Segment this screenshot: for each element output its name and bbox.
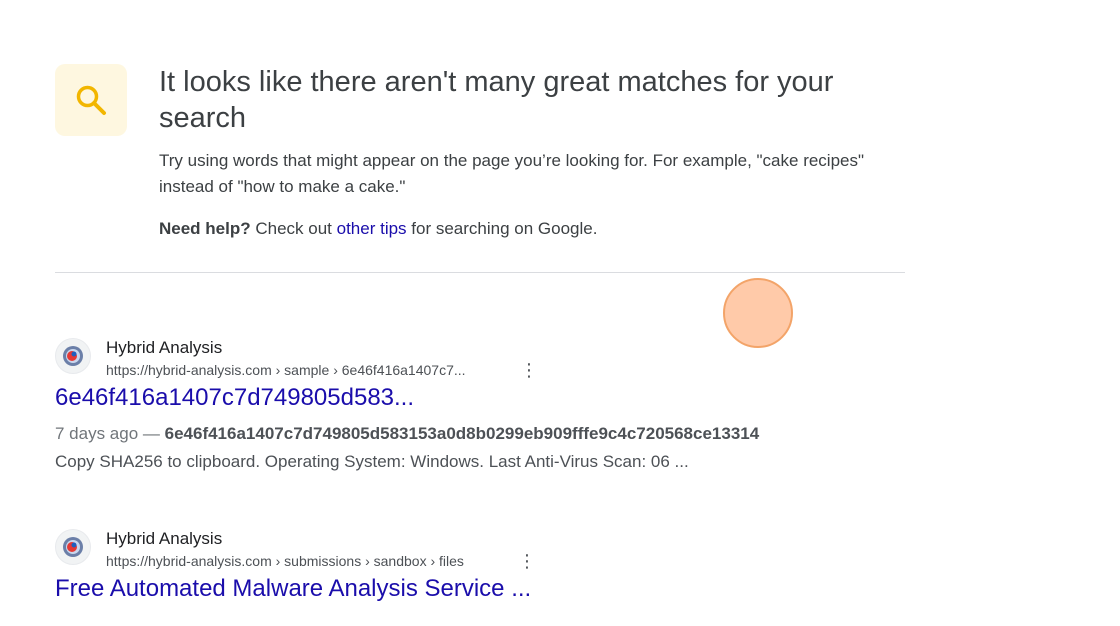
notice-title: It looks like there aren't many great ma… (159, 66, 834, 134)
other-tips-link[interactable]: other tips (337, 219, 407, 238)
search-icon (76, 85, 106, 115)
result-snippet: Copy SHA256 to clipboard. Operating Syst… (55, 452, 689, 471)
site-url[interactable]: https://hybrid-analysis.com › sample › 6… (106, 361, 466, 379)
notice-body: Try using words that might appear on the… (159, 151, 865, 196)
notice-help-prefix: Check out (250, 219, 337, 238)
site-url[interactable]: https://hybrid-analysis.com › submission… (106, 552, 464, 570)
hybrid-analysis-logo-icon (63, 346, 83, 366)
result-title-link[interactable]: 6e46f416a1407c7d749805d583... (55, 382, 414, 414)
site-name[interactable]: Hybrid Analysis (106, 337, 222, 359)
divider (55, 272, 905, 273)
notice-icon-container (55, 64, 127, 136)
result-title-link[interactable]: Free Automated Malware Analysis Service … (55, 573, 531, 605)
site-favicon[interactable] (55, 529, 91, 565)
more-options-icon[interactable]: ⋮ (518, 550, 536, 572)
hybrid-analysis-logo-icon (63, 537, 83, 557)
cursor-indicator (723, 278, 793, 348)
notice-help: Need help? Check out other tips for sear… (159, 216, 879, 242)
notice-help-suffix: for searching on Google. (406, 219, 598, 238)
result-hash: 6e46f416a1407c7d749805d583153a0d8b0299eb… (164, 424, 760, 443)
site-name[interactable]: Hybrid Analysis (106, 528, 222, 550)
site-favicon[interactable] (55, 338, 91, 374)
search-results-page: It looks like there aren't many great ma… (0, 0, 1120, 626)
result-date: 7 days ago — (55, 424, 165, 443)
more-options-icon[interactable]: ⋮ (520, 359, 538, 381)
notice-help-bold: Need help? (159, 219, 251, 238)
result-meta: 7 days ago — 6e46f416a1407c7d749805d5831… (55, 423, 759, 445)
